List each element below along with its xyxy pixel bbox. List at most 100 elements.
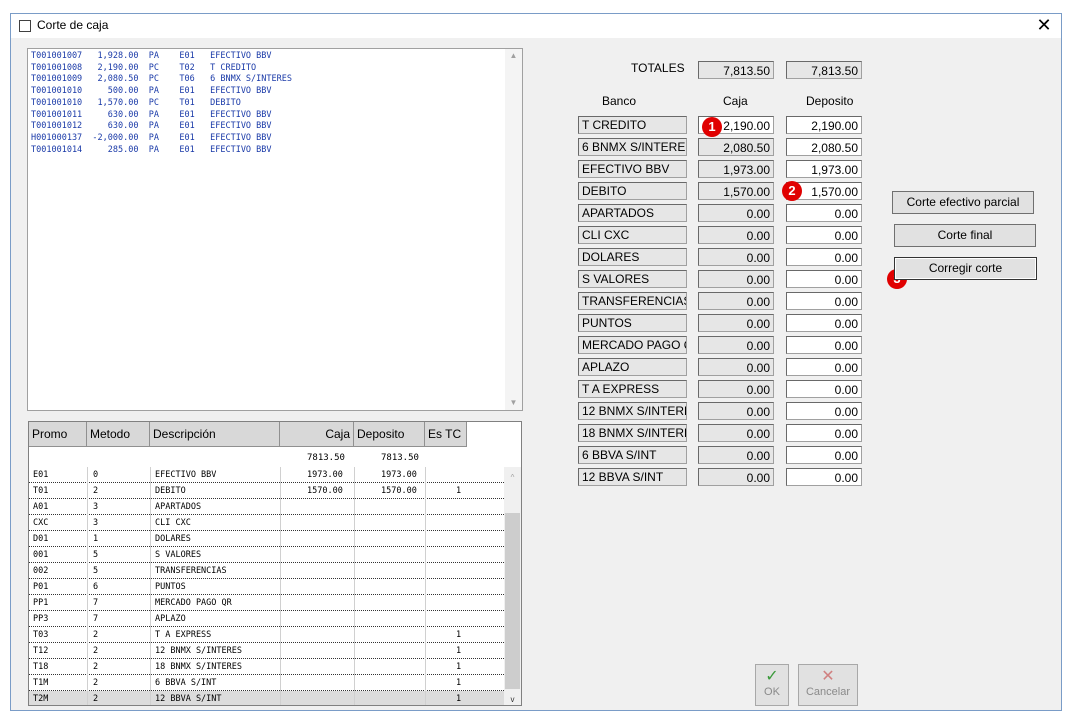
col-estc[interactable]: Es TC [425, 422, 467, 447]
col-deposito[interactable]: Deposito [354, 422, 425, 447]
table-row[interactable]: PP3 7 APLAZO [29, 611, 506, 627]
bank-deposito-field[interactable]: 0.00 [786, 292, 862, 310]
cell-promo: T12 [33, 646, 49, 656]
table-row[interactable]: T18 2 18 BNMX S/INTERES 1 [29, 659, 506, 675]
cell-metodo: 5 [93, 566, 99, 576]
bank-deposito-field[interactable]: 0.00 [786, 270, 862, 288]
bank-name: 18 BNMX S/INTERES [578, 424, 687, 442]
corte-parcial-button[interactable]: Corte efectivo parcial [892, 191, 1034, 214]
column-divider [87, 563, 88, 579]
table-row[interactable]: T12 2 12 BNMX S/INTERES 1 [29, 643, 506, 659]
cell-metodo: 2 [93, 694, 99, 704]
table-row[interactable]: A01 3 APARTADOS [29, 499, 506, 515]
bank-deposito-field[interactable]: 0.00 [786, 336, 862, 354]
ok-button[interactable]: ✓ OK [755, 664, 789, 706]
cell-metodo: 5 [93, 550, 99, 560]
column-divider [150, 691, 151, 705]
column-divider [354, 643, 355, 659]
bank-name: 6 BBVA S/INT [578, 446, 687, 464]
table-row[interactable]: T1M 2 6 BBVA S/INT 1 [29, 675, 506, 691]
scroll-down-icon[interactable]: ▼ [505, 396, 522, 410]
grid-total-caja: 7813.50 [307, 453, 345, 463]
column-divider [354, 483, 355, 499]
column-divider [150, 547, 151, 563]
bank-deposito-field[interactable]: 0.00 [786, 468, 862, 486]
log-line: T001001011 630.00 PA E01 EFECTIVO BBV [31, 109, 272, 120]
column-divider [354, 627, 355, 643]
corregir-corte-button[interactable]: Corregir corte [894, 257, 1037, 280]
log-line: T001001008 2,190.00 PC T02 T CREDITO [31, 62, 257, 73]
cell-promo: T1M [33, 678, 49, 688]
column-divider [87, 627, 88, 643]
bank-deposito-field[interactable]: 0.00 [786, 314, 862, 332]
bank-deposito-field[interactable]: 2,190.00 [786, 116, 862, 134]
bank-caja-field: 0.00 [698, 204, 774, 222]
table-row[interactable]: T03 2 T A EXPRESS 1 [29, 627, 506, 643]
col-descripcion[interactable]: Descripción [150, 422, 280, 447]
table-row[interactable]: 001 5 S VALORES [29, 547, 506, 563]
cell-estc: 1 [456, 630, 462, 640]
col-metodo[interactable]: Metodo [87, 422, 150, 447]
cell-promo: T03 [33, 630, 49, 640]
cell-metodo: 7 [93, 614, 99, 624]
table-row[interactable]: T2M 2 12 BBVA S/INT 1 [29, 691, 506, 705]
bank-deposito-field[interactable]: 0.00 [786, 248, 862, 266]
scroll-down-icon[interactable]: v [504, 693, 521, 705]
close-icon[interactable]: ✕ [1027, 14, 1061, 38]
grid-total-deposito: 7813.50 [381, 453, 419, 463]
cell-promo: CXC [33, 518, 49, 528]
column-divider [280, 643, 281, 659]
transaction-log[interactable]: T001001007 1,928.00 PA E01 EFECTIVO BBV T… [27, 48, 523, 411]
bank-deposito-field[interactable]: 0.00 [786, 380, 862, 398]
table-row[interactable]: P01 6 PUNTOS [29, 579, 506, 595]
column-divider [425, 643, 426, 659]
column-divider [280, 579, 281, 595]
cell-desc: APLAZO [155, 614, 186, 624]
table-row[interactable]: 002 5 TRANSFERENCIAS [29, 563, 506, 579]
column-divider [425, 547, 426, 563]
column-divider [150, 611, 151, 627]
scroll-up-icon[interactable]: ^ [504, 471, 521, 485]
column-divider [354, 595, 355, 611]
column-divider [354, 659, 355, 675]
table-row[interactable]: PP1 7 MERCADO PAGO QR [29, 595, 506, 611]
bank-deposito-field[interactable]: 2,080.50 [786, 138, 862, 156]
bank-deposito-field[interactable]: 0.00 [786, 424, 862, 442]
col-caja[interactable]: Caja [280, 422, 354, 447]
column-divider [150, 515, 151, 531]
bank-deposito-field[interactable]: 1,973.00 [786, 160, 862, 178]
bank-caja-field: 0.00 [698, 402, 774, 420]
deposito-header: Deposito [806, 94, 854, 108]
column-divider [87, 531, 88, 547]
payment-grid[interactable]: Promo Metodo Descripción Caja Deposito E… [28, 421, 522, 706]
bank-deposito-field[interactable]: 0.00 [786, 402, 862, 420]
log-scrollbar[interactable]: ▲ ▼ [505, 49, 522, 410]
grid-scrollbar[interactable]: ^ v [504, 467, 521, 705]
table-row[interactable]: D01 1 DOLARES [29, 531, 506, 547]
bank-deposito-field[interactable]: 0.00 [786, 226, 862, 244]
table-row[interactable]: T01 2 DEBITO 1570.00 1570.00 1 [29, 483, 506, 499]
table-row[interactable]: E01 0 EFECTIVO BBV 1973.00 1973.00 [29, 467, 506, 483]
bank-deposito-field[interactable]: 0.00 [786, 358, 862, 376]
bank-name: T CREDITO [578, 116, 687, 134]
cancel-button[interactable]: ✕ Cancelar [798, 664, 858, 706]
column-divider [150, 627, 151, 643]
grid-body: E01 0 EFECTIVO BBV 1973.00 1973.00 T01 2 DEBITO… [29, 467, 506, 705]
column-divider [425, 691, 426, 705]
scroll-thumb[interactable] [505, 513, 520, 689]
column-divider [150, 531, 151, 547]
column-divider [150, 675, 151, 691]
log-line: T001001010 1,570.00 PC T01 DEBITO [31, 97, 241, 108]
corte-final-button[interactable]: Corte final [894, 224, 1036, 247]
cell-metodo: 6 [93, 582, 99, 592]
column-divider [354, 531, 355, 547]
bank-deposito-field[interactable]: 0.00 [786, 204, 862, 222]
column-divider [280, 659, 281, 675]
bank-caja-field: 0.00 [698, 468, 774, 486]
scroll-up-icon[interactable]: ▲ [505, 49, 522, 63]
cell-desc: MERCADO PAGO QR [155, 598, 232, 608]
bank-deposito-field[interactable]: 0.00 [786, 446, 862, 464]
column-divider [87, 675, 88, 691]
col-promo[interactable]: Promo [29, 422, 87, 447]
table-row[interactable]: CXC 3 CLI CXC [29, 515, 506, 531]
